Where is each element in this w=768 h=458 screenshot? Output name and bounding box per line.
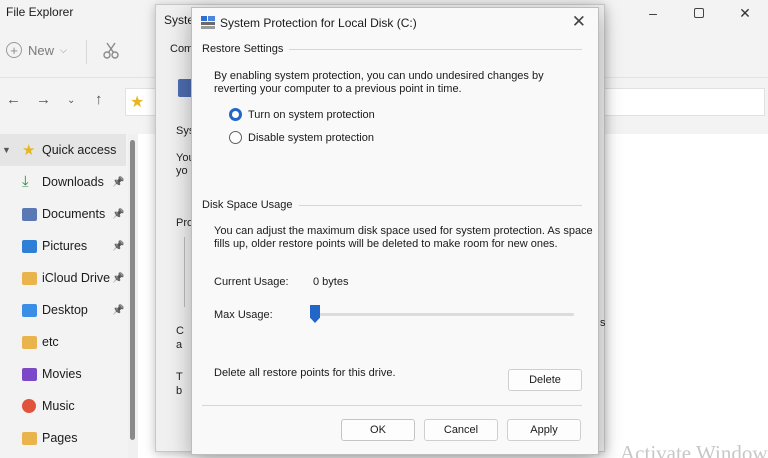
star-icon: ★ — [130, 94, 145, 111]
pin-icon: 📌 — [112, 272, 125, 284]
ok-button[interactable]: OK — [341, 419, 415, 441]
plus-icon: + — [6, 42, 22, 58]
sidebar-scrollbar-thumb[interactable] — [130, 140, 135, 440]
restore-settings-description: By enabling system protection, you can u… — [214, 70, 544, 82]
movies-icon — [22, 367, 37, 381]
explorer-title: File Explorer — [6, 5, 74, 19]
current-usage-value: 0 bytes — [313, 276, 349, 288]
sidebar-item-label: Pictures — [42, 239, 88, 253]
radio-disable-protection[interactable]: Disable system protection — [229, 131, 374, 144]
documents-icon — [22, 207, 37, 221]
sidebar-item-etc[interactable]: etc — [0, 326, 126, 358]
cancel-button[interactable]: Cancel — [424, 419, 498, 441]
system-protection-icon — [201, 16, 215, 29]
pin-icon: 📌 — [112, 176, 125, 188]
sidebar-item-pages[interactable]: Pages — [0, 422, 126, 454]
sidebar-item-pictures[interactable]: Pictures 📌 — [0, 230, 126, 262]
sidebar-item-label: Documents — [42, 207, 106, 221]
sidebar-item-quick-access[interactable]: ▼ ★ Quick access — [0, 134, 126, 166]
disk-space-heading: Disk Space Usage — [202, 199, 299, 211]
radio-unchecked-indicator[interactable] — [229, 131, 242, 144]
delete-button[interactable]: Delete — [508, 369, 582, 391]
music-icon — [22, 399, 36, 413]
disk-space-description: You can adjust the maximum disk space us… — [214, 225, 593, 237]
dialog-close-button[interactable]: ✕ — [572, 12, 586, 32]
folder-icon — [22, 335, 37, 349]
radio-label: Turn on system protection — [248, 108, 375, 121]
radio-label: Disable system protection — [248, 131, 374, 144]
sidebar-item-label: iCloud Drive — [42, 271, 111, 285]
dialog-titlebar: System Protection for Local Disk (C:) ✕ — [192, 8, 598, 36]
description-fragment: a — [176, 339, 183, 351]
radio-turn-on-protection[interactable]: Turn on system protection — [229, 108, 375, 121]
star-icon: ★ — [22, 142, 36, 159]
cut-icon[interactable] — [101, 41, 121, 61]
window-controls: – ✕ — [630, 0, 768, 26]
system-properties-title: Syste — [164, 13, 195, 27]
sidebar-item-label: Music — [42, 399, 75, 413]
radio-checked-indicator[interactable] — [229, 108, 242, 121]
max-usage-slider-track[interactable] — [312, 313, 574, 316]
sidebar-item-label: Pages — [42, 431, 78, 445]
sidebar-item-label: Quick access — [42, 143, 117, 157]
sidebar-item-icloud-drive[interactable]: iCloud Drive 📌 — [0, 262, 126, 294]
description-fragment: s — [600, 317, 606, 329]
tab-computer-name[interactable]: Com — [170, 43, 193, 55]
close-window-button[interactable]: ✕ — [722, 0, 768, 26]
up-arrow-icon[interactable]: ↑ — [95, 91, 103, 108]
new-button-label: New — [28, 42, 55, 58]
back-arrow-icon[interactable]: ← — [6, 91, 21, 108]
forward-arrow-icon[interactable]: → — [36, 91, 51, 108]
description-fragment: C — [176, 325, 184, 337]
sidebar-item-downloads[interactable]: ⤓ Downloads 📌 — [0, 166, 126, 198]
expand-chevron-icon[interactable]: ▼ — [2, 145, 11, 155]
restore-settings-heading: Restore Settings — [202, 43, 290, 55]
recent-chevron-icon[interactable]: ⌄ — [67, 95, 75, 106]
sidebar-item-documents[interactable]: Documents 📌 — [0, 198, 126, 230]
minimize-button[interactable]: – — [630, 0, 676, 26]
description-fragment: b — [176, 385, 183, 397]
delete-restore-points-text: Delete all restore points for this drive… — [214, 367, 396, 379]
pin-icon: 📌 — [112, 208, 125, 220]
disk-space-description: fills up, older restore points will be d… — [214, 238, 558, 250]
pin-icon: 📌 — [112, 240, 125, 252]
dialog-title: System Protection for Local Disk (C:) — [220, 16, 417, 30]
max-usage-label: Max Usage: — [214, 309, 273, 321]
apply-button[interactable]: Apply — [507, 419, 581, 441]
folder-icon — [22, 431, 37, 445]
sidebar-item-label: Desktop — [42, 303, 88, 317]
sidebar-item-label: Movies — [42, 367, 82, 381]
current-usage-label: Current Usage: — [214, 276, 289, 288]
pictures-icon — [22, 239, 37, 253]
restore-settings-description: reverting your computer to a previous po… — [214, 83, 462, 95]
description-fragment: T — [176, 371, 183, 383]
toolbar-divider — [86, 40, 87, 64]
sidebar-item-desktop[interactable]: Desktop 📌 — [0, 294, 126, 326]
sidebar-item-label: Downloads — [42, 175, 104, 189]
footer-divider — [202, 405, 582, 406]
minimize-icon: – — [649, 5, 657, 21]
navigation-pane: ▼ ★ Quick access ⤓ Downloads 📌 Documents 📌 Pictu… — [0, 134, 127, 458]
sidebar-item-label: etc — [42, 335, 59, 349]
new-button[interactable]: + New ⌵ — [6, 42, 67, 58]
sidebar-item-movies[interactable]: Movies — [0, 358, 126, 390]
description-fragment: yo — [176, 165, 188, 177]
desktop-icon — [22, 303, 37, 317]
close-icon: ✕ — [739, 4, 751, 21]
pin-icon: 📌 — [112, 304, 125, 316]
activation-watermark: Activate Windows — [620, 441, 768, 458]
maximize-icon — [694, 8, 704, 18]
chevron-down-icon: ⌵ — [60, 44, 67, 55]
folder-icon — [22, 271, 37, 285]
maximize-button[interactable] — [676, 0, 722, 26]
download-icon: ⤓ — [22, 173, 29, 190]
sidebar-item-music[interactable]: Music — [0, 390, 126, 422]
